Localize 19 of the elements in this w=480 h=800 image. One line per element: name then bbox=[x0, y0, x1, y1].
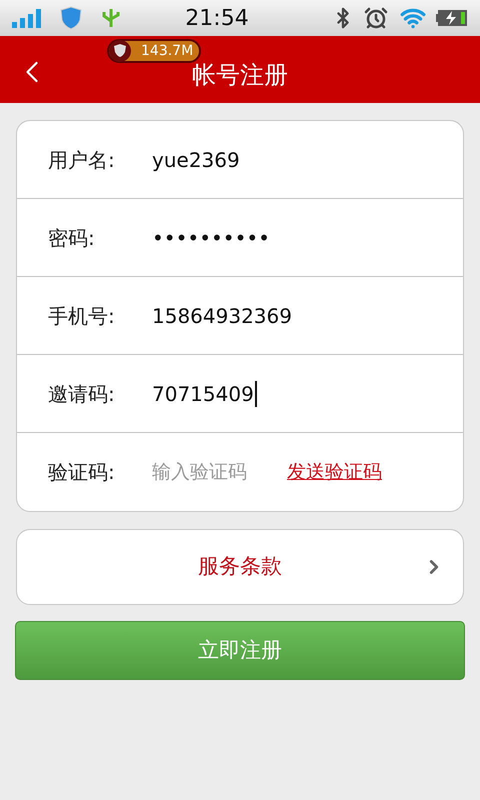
memory-text: 143.7M bbox=[141, 42, 194, 60]
terms-row[interactable]: 服务条款 bbox=[16, 529, 464, 605]
field-label: 手机号: bbox=[48, 302, 116, 330]
field-label: 验证码: bbox=[48, 459, 116, 486]
input-field[interactable]: 15864932369 bbox=[152, 300, 292, 330]
field-label: 邀请码: bbox=[48, 380, 116, 408]
shield-icon bbox=[60, 6, 82, 30]
send-code-link[interactable]: 发送验证码 bbox=[287, 458, 382, 486]
alarm-icon bbox=[364, 6, 388, 30]
input-field[interactable]: •••••••••• bbox=[152, 222, 270, 252]
input-field[interactable]: 70715409 bbox=[152, 378, 257, 408]
shield-icon bbox=[109, 40, 131, 62]
field-label: 密码: bbox=[48, 224, 96, 252]
clock-time: 21:54 bbox=[185, 4, 249, 32]
text-caret bbox=[254, 380, 257, 406]
battery-icon bbox=[436, 9, 468, 27]
field-label: 用户名: bbox=[48, 146, 116, 174]
input-field[interactable]: yue2369 bbox=[152, 144, 240, 174]
memory-badge[interactable]: 143.7M bbox=[107, 39, 202, 63]
